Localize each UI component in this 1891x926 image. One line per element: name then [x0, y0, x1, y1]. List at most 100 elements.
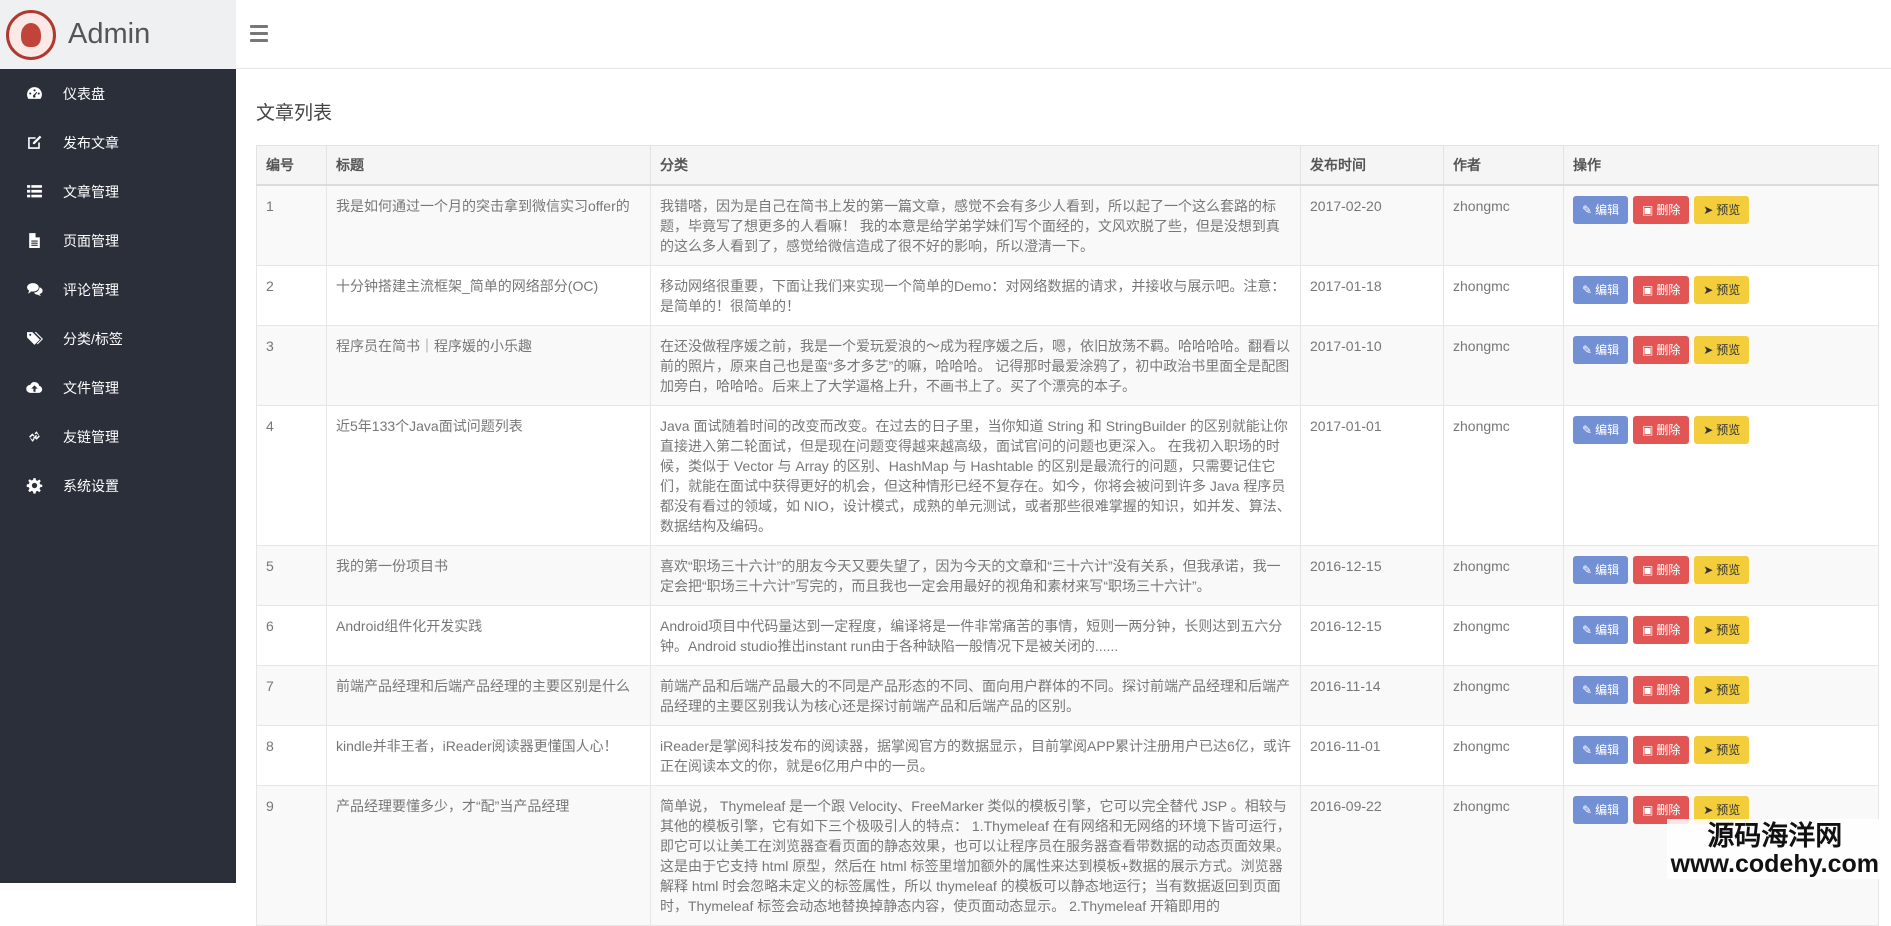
- table-body: 1 我是如何通过一个月的突击拿到微信实习offer的 我错嗒，因为是自己在简书上发的…: [256, 184, 1879, 926]
- cell-category: 移动网络很重要，下面让我们来实现一个简单的Demo：对网络数据的请求，并接收与展…: [650, 265, 1301, 326]
- cell-actions: ✎ 编辑 ▣ 删除 ➤ 预览: [1563, 265, 1879, 326]
- delete-label: 删除: [1656, 623, 1681, 637]
- cell-actions: ✎ 编辑 ▣ 删除 ➤ 预览: [1563, 184, 1879, 266]
- edit-button[interactable]: ✎ 编辑: [1573, 736, 1629, 764]
- tags-icon: [25, 330, 43, 348]
- sidebar-item-settings[interactable]: 系统设置: [0, 461, 236, 510]
- delete-button[interactable]: ▣ 删除: [1632, 676, 1690, 704]
- cell-author: zhongmc: [1443, 665, 1564, 726]
- brand[interactable]: Admin: [0, 0, 236, 69]
- sidebar-item-dashboard[interactable]: 仪表盘: [0, 69, 236, 118]
- delete-button[interactable]: ▣ 删除: [1632, 336, 1690, 364]
- cell-id: 3: [256, 325, 327, 406]
- cell-id: 8: [256, 725, 327, 786]
- preview-button[interactable]: ➤ 预览: [1694, 276, 1750, 304]
- cell-author: zhongmc: [1443, 725, 1564, 786]
- sidebar: Admin 仪表盘 发布文章 文章管理 页面管理 评论管理 分类/标签 文件管理…: [0, 0, 236, 883]
- preview-button[interactable]: ➤ 预览: [1694, 556, 1750, 584]
- sidebar-item-label: 页面管理: [63, 232, 119, 249]
- cell-author: zhongmc: [1443, 545, 1564, 606]
- cell-author: zhongmc: [1443, 405, 1564, 546]
- cell-title: Android组件化开发实践: [326, 605, 651, 666]
- preview-button[interactable]: ➤ 预览: [1694, 736, 1750, 764]
- sidebar-item-label: 发布文章: [63, 134, 119, 151]
- trash-icon: ▣: [1641, 343, 1654, 357]
- edit-icon: ✎: [1582, 203, 1593, 217]
- rocket-icon: ➤: [1703, 343, 1714, 357]
- edit-label: 编辑: [1595, 623, 1620, 637]
- rocket-icon: ➤: [1703, 803, 1714, 817]
- cell-title: 我的第一份项目书: [326, 545, 651, 606]
- table-row: 5 我的第一份项目书 喜欢“职场三十六计”的朋友今天又要失望了，因为今天的文章和“三…: [256, 545, 1879, 606]
- delete-button[interactable]: ▣ 删除: [1632, 276, 1690, 304]
- edit-label: 编辑: [1595, 743, 1620, 757]
- preview-button[interactable]: ➤ 预览: [1694, 616, 1750, 644]
- rocket-icon: ➤: [1703, 563, 1714, 577]
- cell-actions: ✎ 编辑 ▣ 删除 ➤ 预览: [1563, 545, 1879, 606]
- trash-icon: ▣: [1641, 563, 1654, 577]
- rocket-icon: ➤: [1703, 203, 1714, 217]
- sidebar-item-label: 系统设置: [63, 477, 119, 494]
- edit-button[interactable]: ✎ 编辑: [1573, 796, 1629, 824]
- preview-button[interactable]: ➤ 预览: [1694, 676, 1750, 704]
- sidebar-item-publish[interactable]: 发布文章: [0, 118, 236, 167]
- page-title: 文章列表: [256, 103, 333, 124]
- edit-button[interactable]: ✎ 编辑: [1573, 616, 1629, 644]
- preview-label: 预览: [1716, 563, 1741, 577]
- sidebar-item-label: 友链管理: [63, 428, 119, 445]
- edit-icon: ✎: [1582, 343, 1593, 357]
- delete-label: 删除: [1656, 283, 1681, 297]
- rocket-icon: ➤: [1703, 423, 1714, 437]
- delete-button[interactable]: ▣ 删除: [1632, 416, 1690, 444]
- delete-button[interactable]: ▣ 删除: [1632, 556, 1690, 584]
- cell-category: 喜欢“职场三十六计”的朋友今天又要失望了，因为今天的文章和“三十六计”没有关系，…: [650, 545, 1301, 606]
- cell-author: zhongmc: [1443, 785, 1564, 926]
- edit-label: 编辑: [1595, 283, 1620, 297]
- list-icon: [25, 183, 43, 201]
- sidebar-item-label: 文件管理: [63, 379, 119, 396]
- sidebar-item-tags[interactable]: 分类/标签: [0, 314, 236, 363]
- edit-icon: ✎: [1582, 803, 1593, 817]
- cell-category: 简单说， Thymeleaf 是一个跟 Velocity、FreeMarker …: [650, 785, 1301, 926]
- delete-label: 删除: [1656, 423, 1681, 437]
- table-row: 3 程序员在简书｜程序媛的小乐趣 在还没做程序媛之前，我是一个爱玩爱浪的～成为程序媛…: [256, 325, 1879, 406]
- article-table: 编号 标题 分类 发布时间 作者 操作 1 我是如何通过一个月的突击拿到微信实习o…: [256, 145, 1879, 926]
- rocket-icon: ➤: [1703, 283, 1714, 297]
- cell-title: 我是如何通过一个月的突击拿到微信实习offer的: [326, 184, 651, 266]
- cell-title: 近5年133个Java面试问题列表: [326, 405, 651, 546]
- sidebar-item-comments[interactable]: 评论管理: [0, 265, 236, 314]
- preview-label: 预览: [1716, 283, 1741, 297]
- preview-label: 预览: [1716, 623, 1741, 637]
- cell-id: 1: [256, 184, 327, 266]
- cell-category: Android项目中代码量达到一定程度，编译将是一件非常痛苦的事情，短则一两分钟…: [650, 605, 1301, 666]
- edit-button[interactable]: ✎ 编辑: [1573, 196, 1629, 224]
- preview-label: 预览: [1716, 683, 1741, 697]
- cell-actions: ✎ 编辑 ▣ 删除 ➤ 预览: [1563, 605, 1879, 666]
- watermark-line1: 源码海洋网: [1707, 821, 1843, 851]
- preview-button[interactable]: ➤ 预览: [1694, 336, 1750, 364]
- edit-icon: ✎: [1582, 283, 1593, 297]
- preview-button[interactable]: ➤ 预览: [1694, 416, 1750, 444]
- sidebar-item-files[interactable]: 文件管理: [0, 363, 236, 412]
- edit-label: 编辑: [1595, 563, 1620, 577]
- sidebar-item-articles[interactable]: 文章管理: [0, 167, 236, 216]
- cell-date: 2017-01-18: [1300, 265, 1444, 326]
- edit-label: 编辑: [1595, 343, 1620, 357]
- delete-button[interactable]: ▣ 删除: [1632, 736, 1690, 764]
- edit-button[interactable]: ✎ 编辑: [1573, 336, 1629, 364]
- cell-author: zhongmc: [1443, 265, 1564, 326]
- cell-actions: ✎ 编辑 ▣ 删除 ➤ 预览: [1563, 665, 1879, 726]
- sidebar-item-pages[interactable]: 页面管理: [0, 216, 236, 265]
- trash-icon: ▣: [1641, 283, 1654, 297]
- table-row: 2 十分钟搭建主流框架_简单的网络部分(OC) 移动网络很重要，下面让我们来实现一个…: [256, 265, 1879, 326]
- preview-button[interactable]: ➤ 预览: [1694, 196, 1750, 224]
- edit-button[interactable]: ✎ 编辑: [1573, 276, 1629, 304]
- edit-button[interactable]: ✎ 编辑: [1573, 416, 1629, 444]
- hamburger-icon[interactable]: [250, 25, 268, 43]
- delete-button[interactable]: ▣ 删除: [1632, 616, 1690, 644]
- edit-button[interactable]: ✎ 编辑: [1573, 556, 1629, 584]
- edit-button[interactable]: ✎ 编辑: [1573, 676, 1629, 704]
- delete-button[interactable]: ▣ 删除: [1632, 196, 1690, 224]
- link-icon: [25, 428, 43, 446]
- sidebar-item-links[interactable]: 友链管理: [0, 412, 236, 461]
